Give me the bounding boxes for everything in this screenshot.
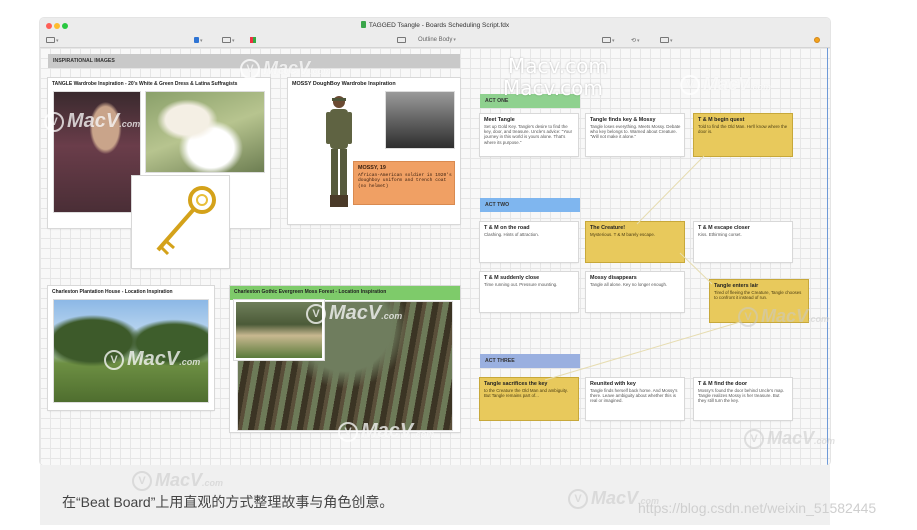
watermark-site-2: Macv.com xyxy=(503,76,603,100)
app-window: TAGGED Tsangle - Boards Scheduling Scrip… xyxy=(40,18,830,465)
outline-style-label: Outline Body xyxy=(418,37,453,43)
window-title: TAGGED Tsangle - Boards Scheduling Scrip… xyxy=(40,21,830,29)
title-bar: TAGGED Tsangle - Boards Scheduling Scrip… xyxy=(40,18,830,34)
watermark-site: Macv.com xyxy=(508,54,608,78)
grid-icon[interactable]: ▾ xyxy=(222,37,235,44)
toolbar: ▾ ▾ ▾ Outline Body▾ ▾ ⟲▾ ▾ xyxy=(40,34,830,48)
caption-text: 在“Beat Board”上用直观的方式整理故事与角色创意。 xyxy=(62,494,394,510)
color-palette-icon[interactable] xyxy=(250,37,256,44)
board-edge-rule xyxy=(827,48,828,465)
layout-icon[interactable]: ▾ xyxy=(660,37,673,44)
outline-style-select[interactable]: Outline Body▾ xyxy=(418,37,456,43)
sync-icon[interactable]: ⟲▾ xyxy=(631,37,640,44)
sidebar-icon[interactable]: ▾ xyxy=(46,37,59,44)
view-mode-icon[interactable]: ▾ xyxy=(194,37,203,44)
cards-icon[interactable]: ▾ xyxy=(602,37,615,44)
screenshot-root: TAGGED Tsangle - Boards Scheduling Scrip… xyxy=(0,0,917,530)
document-icon xyxy=(360,21,366,28)
watermark-csdn: https://blog.csdn.net/weixin_51582445 xyxy=(638,500,877,516)
beat-connectors xyxy=(544,155,741,381)
caption-bar: 在“Beat Board”上用直观的方式整理故事与角色创意。 xyxy=(40,465,830,525)
window-title-text: TAGGED Tsangle - Boards Scheduling Scrip… xyxy=(368,22,510,29)
beat-board[interactable]: INSPIRATIONAL IMAGES TANGLE Wardrobe Ins… xyxy=(40,48,830,465)
notification-icon[interactable] xyxy=(814,37,820,45)
outline-icon[interactable] xyxy=(397,37,406,44)
